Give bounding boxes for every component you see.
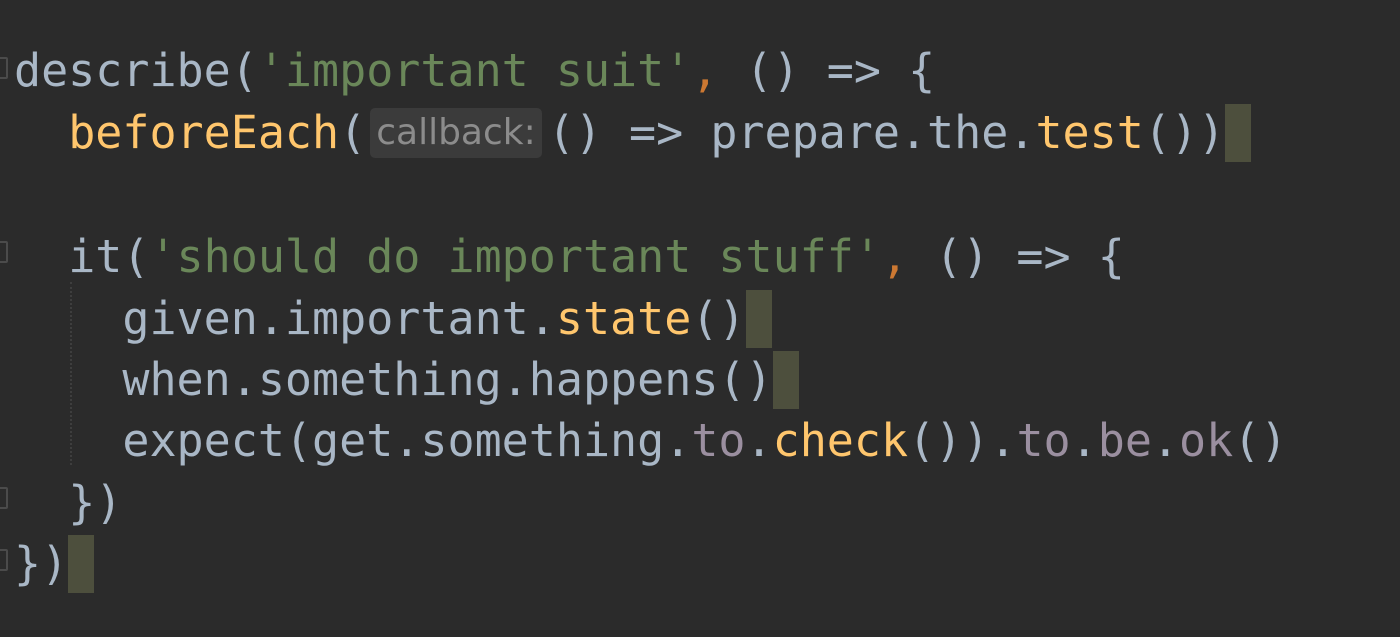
brace-highlight [68, 535, 95, 593]
code-token: () => prepare.the. [547, 106, 1036, 159]
code-token: ()) [1143, 106, 1226, 159]
code-token: given.important. [122, 292, 556, 345]
string-literal: 'should do important stuff' [149, 230, 881, 283]
brace-highlight [745, 290, 772, 348]
parameter-hint: callback: [370, 108, 542, 158]
function-name: check [772, 414, 909, 467]
code-line[interactable]: }) [14, 472, 122, 534]
code-line[interactable]: }) [14, 533, 95, 595]
code-line[interactable]: it('should do important stuff', () => { [14, 226, 1125, 288]
code-token: when.something.happens() [122, 353, 773, 406]
code-token: () => { [908, 230, 1125, 283]
code-line[interactable]: given.important.state() [14, 288, 772, 350]
code-token: () [1233, 414, 1288, 467]
code-token: . [1151, 414, 1180, 467]
code-token: }) [68, 476, 123, 529]
code-line[interactable]: when.something.happens() [14, 349, 799, 411]
code-line[interactable]: beforeEach(callback:() => prepare.the.te… [14, 102, 1252, 164]
fold-icon[interactable] [0, 549, 8, 571]
property-token: to [691, 414, 746, 467]
brace-highlight [1225, 104, 1252, 162]
fold-icon[interactable] [0, 57, 8, 79]
code-token: expect(get.something. [122, 414, 692, 467]
code-line[interactable]: expect(get.something.to.check()).to.be.o… [14, 410, 1287, 472]
code-token: ()). [908, 414, 1017, 467]
property-token: ok [1179, 414, 1234, 467]
function-name: state [555, 292, 692, 345]
code-token: ( [339, 106, 367, 159]
code-token: it( [68, 230, 150, 283]
code-token: () [691, 292, 746, 345]
fold-icon[interactable] [0, 487, 8, 509]
code-token: describe( [14, 44, 258, 97]
property-token: be [1097, 414, 1152, 467]
code-token: }) [14, 537, 69, 590]
code-token: . [1070, 414, 1098, 467]
function-name: beforeEach [68, 106, 340, 159]
code-editor[interactable]: describe('important suit', () => { befor… [0, 0, 1400, 637]
function-name: test [1035, 106, 1144, 159]
comma-token: , [691, 44, 719, 97]
code-token: () => { [718, 44, 936, 97]
property-token: to [1016, 414, 1071, 467]
code-token: . [745, 414, 773, 467]
code-line[interactable]: describe('important suit', () => { [14, 40, 935, 102]
fold-icon[interactable] [0, 241, 8, 263]
string-literal: 'important suit' [257, 44, 692, 97]
editor-gutter [0, 0, 14, 637]
comma-token: , [880, 230, 909, 283]
brace-highlight [772, 351, 799, 409]
